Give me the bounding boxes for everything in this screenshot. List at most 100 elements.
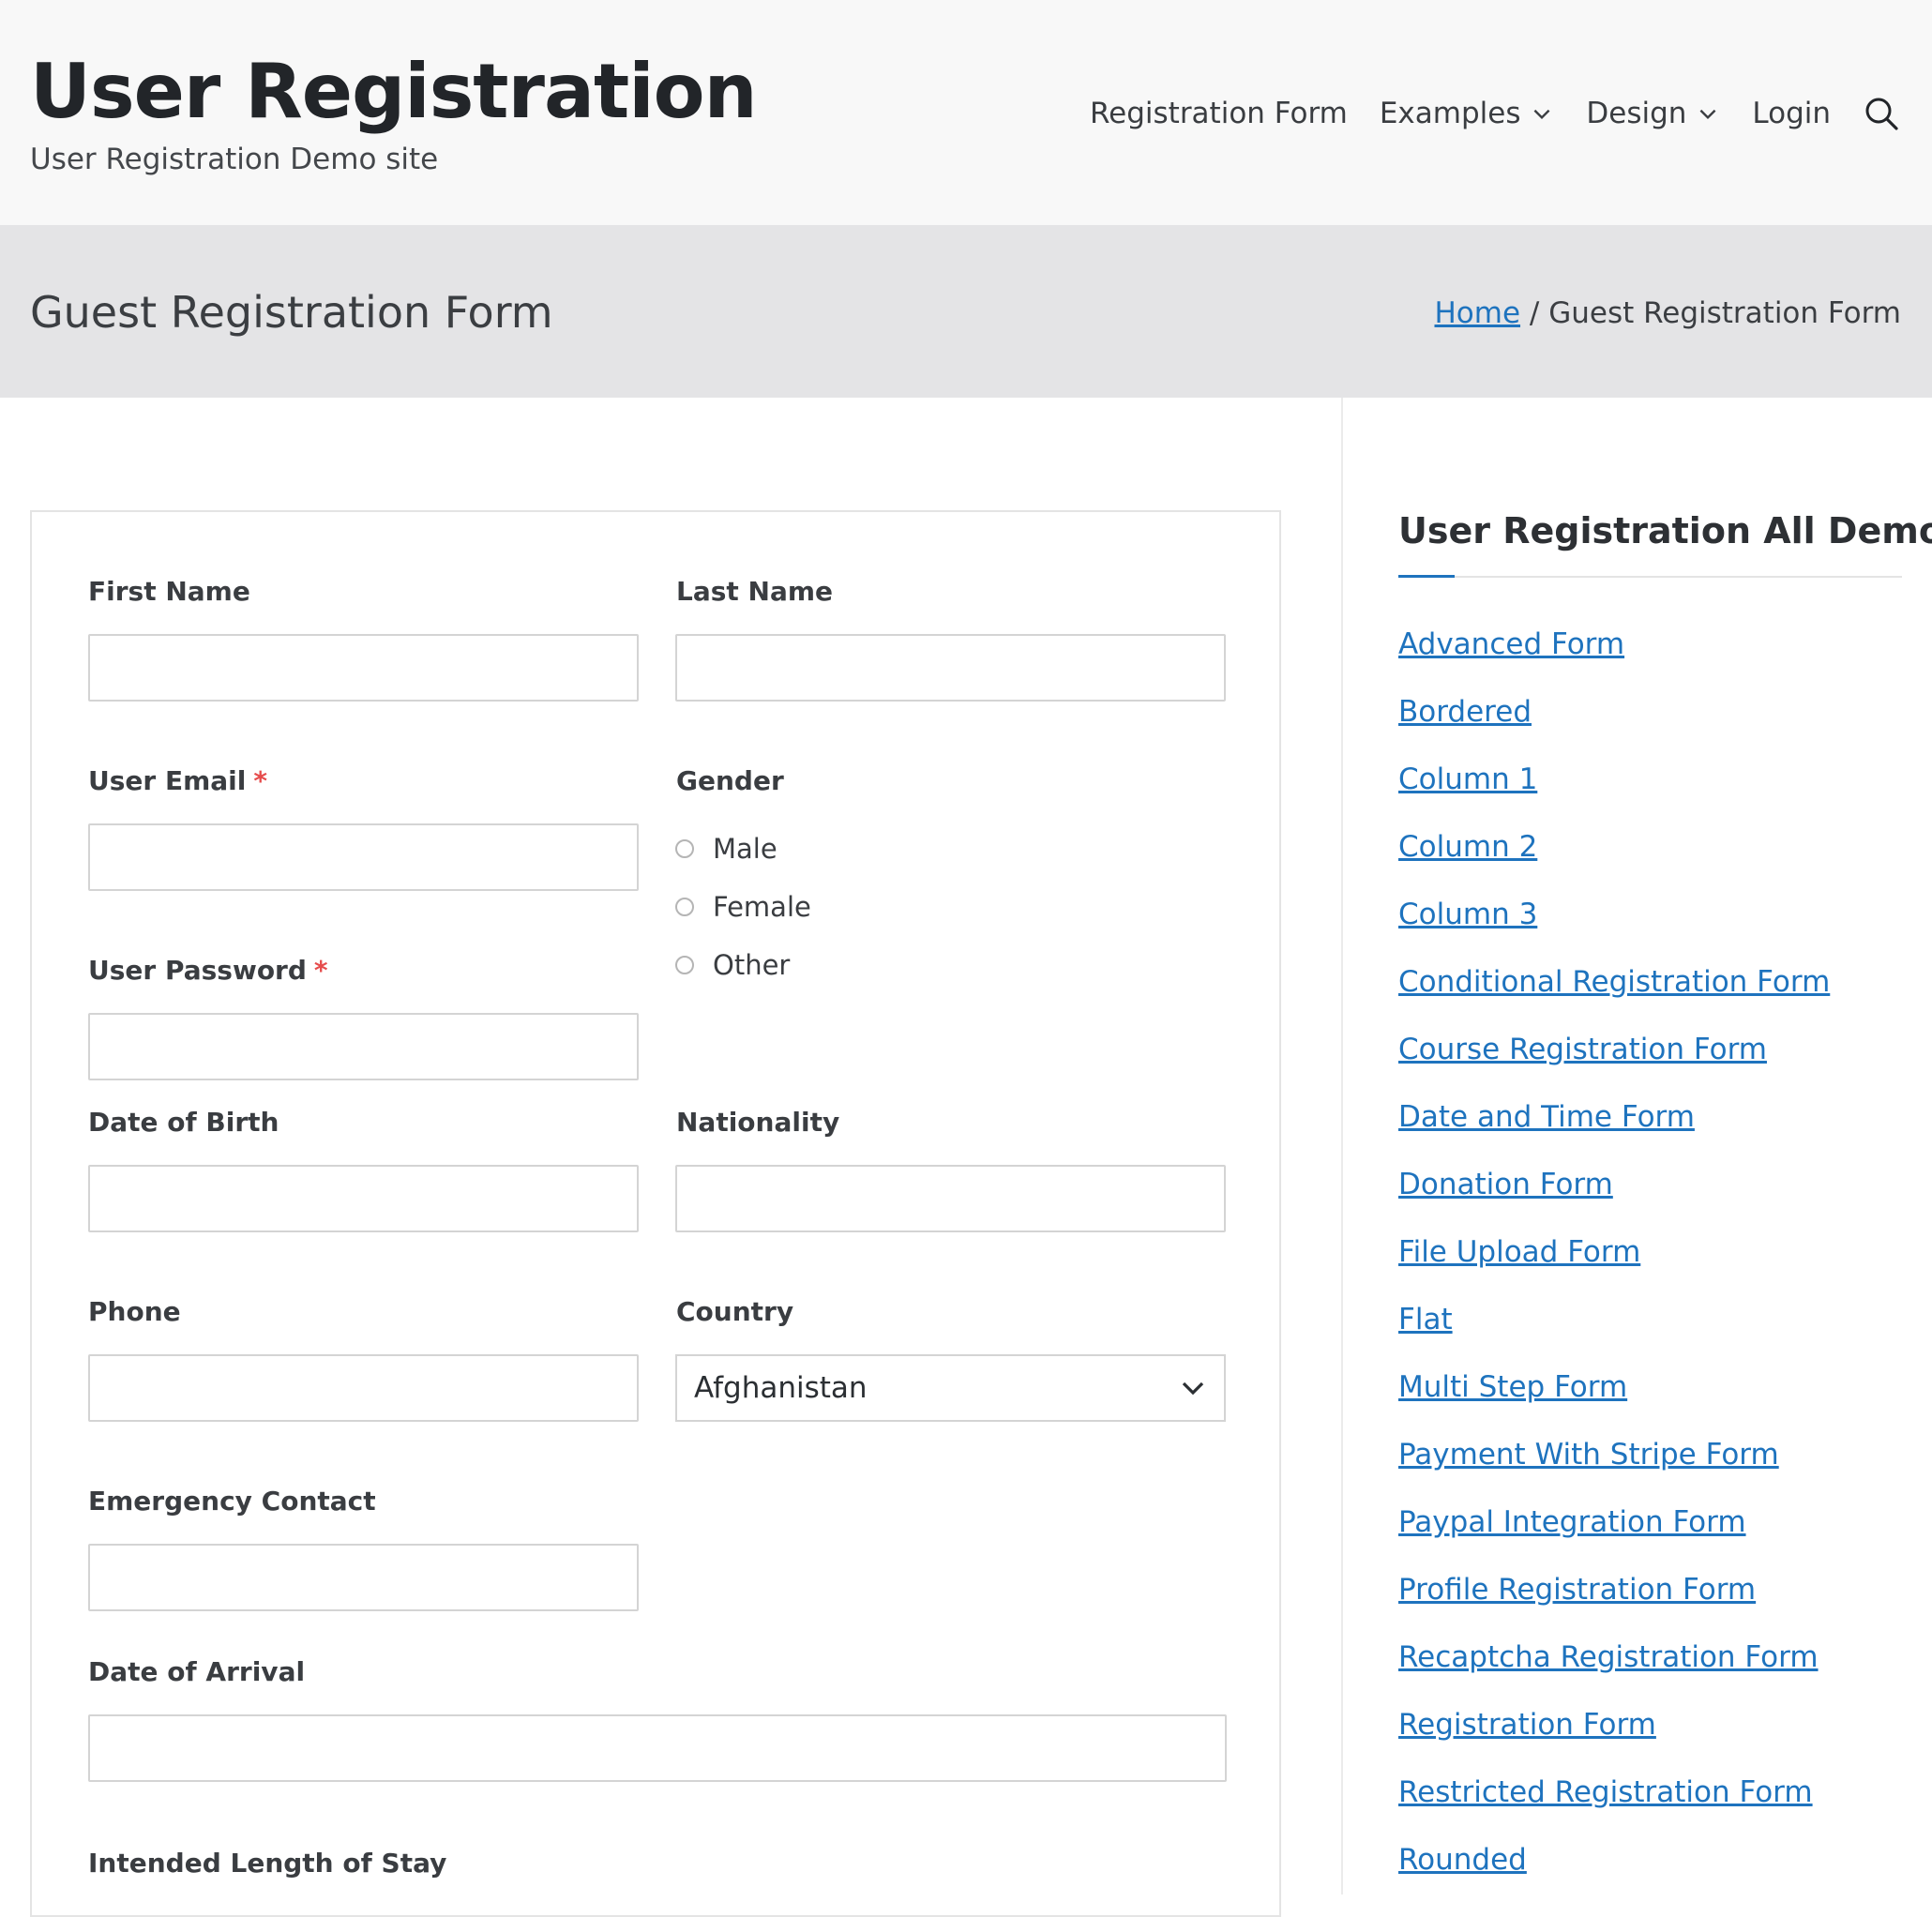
list-item: Registration Form bbox=[1398, 1703, 1830, 1771]
list-item: Column 3 bbox=[1398, 893, 1830, 960]
user-email-input[interactable] bbox=[88, 823, 639, 891]
gender-option-male[interactable]: Male bbox=[675, 833, 777, 865]
list-item: Column 2 bbox=[1398, 825, 1830, 893]
widget-title-divider bbox=[1398, 576, 1902, 578]
list-item: Conditional Registration Form bbox=[1398, 960, 1830, 1028]
date-of-arrival-input[interactable] bbox=[88, 1714, 1227, 1782]
site-header: User Registration User Registration Demo… bbox=[0, 0, 1932, 225]
demo-link-advanced-form[interactable]: Advanced Form bbox=[1398, 627, 1624, 661]
list-item: Course Registration Form bbox=[1398, 1028, 1830, 1095]
demo-link-payment-with-stripe-form[interactable]: Payment With Stripe Form bbox=[1398, 1438, 1779, 1472]
nav-item-registration-form[interactable]: Registration Form bbox=[1090, 97, 1348, 130]
nav-item-examples[interactable]: Examples bbox=[1380, 97, 1555, 130]
list-item: Advanced Form bbox=[1398, 623, 1830, 690]
list-item: Multi Step Form bbox=[1398, 1366, 1830, 1433]
list-item: Paypal Integration Form bbox=[1398, 1501, 1830, 1568]
list-item: Rounded bbox=[1398, 1838, 1830, 1906]
nav-label: Design bbox=[1586, 97, 1687, 130]
user-email-label-text: User Email bbox=[88, 765, 247, 796]
demo-links-list: Advanced Form Bordered Column 1 Column 2… bbox=[1398, 623, 1830, 1906]
nationality-label: Nationality bbox=[676, 1107, 840, 1138]
required-mark: * bbox=[253, 765, 267, 796]
demo-link-recaptcha-registration-form[interactable]: Recaptcha Registration Form bbox=[1398, 1640, 1819, 1674]
nav-label: Registration Form bbox=[1090, 97, 1348, 130]
list-item: File Upload Form bbox=[1398, 1230, 1830, 1298]
demo-link-donation-form[interactable]: Donation Form bbox=[1398, 1168, 1613, 1201]
user-password-label: User Password * bbox=[88, 955, 328, 986]
demo-link-date-and-time-form[interactable]: Date and Time Form bbox=[1398, 1100, 1695, 1134]
demo-link-registration-form[interactable]: Registration Form bbox=[1398, 1708, 1656, 1742]
gender-option-other[interactable]: Other bbox=[675, 949, 790, 981]
demo-link-column-2[interactable]: Column 2 bbox=[1398, 830, 1537, 864]
date-of-birth-label: Date of Birth bbox=[88, 1107, 279, 1138]
demo-link-paypal-integration-form[interactable]: Paypal Integration Form bbox=[1398, 1505, 1746, 1539]
list-item: Restricted Registration Form bbox=[1398, 1771, 1830, 1838]
radio-button[interactable] bbox=[675, 898, 694, 916]
last-name-label: Last Name bbox=[676, 576, 834, 607]
phone-input[interactable] bbox=[88, 1354, 639, 1422]
gender-option-label: Female bbox=[713, 891, 811, 923]
demo-link-column-1[interactable]: Column 1 bbox=[1398, 762, 1537, 796]
chevron-down-icon bbox=[1182, 1381, 1204, 1396]
demo-link-course-registration-form[interactable]: Course Registration Form bbox=[1398, 1033, 1767, 1066]
list-item: Recaptcha Registration Form bbox=[1398, 1636, 1830, 1703]
chevron-down-icon bbox=[1534, 109, 1550, 120]
list-item: Payment With Stripe Form bbox=[1398, 1433, 1830, 1501]
nav-item-login[interactable]: Login bbox=[1752, 97, 1831, 130]
site-title[interactable]: User Registration bbox=[30, 45, 758, 139]
nav-label: Login bbox=[1752, 97, 1832, 130]
demo-link-file-upload-form[interactable]: File Upload Form bbox=[1398, 1235, 1640, 1269]
sidebar-widget-title: User Registration All Demos bbox=[1398, 510, 1932, 551]
date-of-arrival-label: Date of Arrival bbox=[88, 1656, 306, 1687]
radio-button[interactable] bbox=[675, 956, 694, 974]
demo-link-bordered[interactable]: Bordered bbox=[1398, 695, 1532, 729]
breadcrumb-separator: / bbox=[1529, 296, 1540, 330]
search-icon[interactable] bbox=[1863, 95, 1900, 132]
list-item: Donation Form bbox=[1398, 1163, 1830, 1230]
gender-option-female[interactable]: Female bbox=[675, 891, 811, 923]
nationality-input[interactable] bbox=[675, 1165, 1226, 1232]
breadcrumb-home-link[interactable]: Home bbox=[1434, 296, 1520, 330]
user-password-label-text: User Password bbox=[88, 955, 307, 986]
list-item: Date and Time Form bbox=[1398, 1095, 1830, 1163]
breadcrumb-current: Guest Registration Form bbox=[1548, 296, 1901, 330]
gender-option-label: Male bbox=[713, 833, 777, 865]
user-email-label: User Email * bbox=[88, 765, 267, 796]
first-name-label: First Name bbox=[88, 576, 250, 607]
breadcrumb: Home / Guest Registration Form bbox=[1434, 296, 1901, 330]
nav-item-design[interactable]: Design bbox=[1586, 97, 1720, 130]
required-mark: * bbox=[313, 955, 328, 986]
demo-link-flat[interactable]: Flat bbox=[1398, 1303, 1453, 1336]
demo-link-profile-registration-form[interactable]: Profile Registration Form bbox=[1398, 1573, 1756, 1607]
list-item: Profile Registration Form bbox=[1398, 1568, 1830, 1636]
emergency-contact-input[interactable] bbox=[88, 1544, 639, 1611]
user-password-input[interactable] bbox=[88, 1013, 639, 1080]
phone-label: Phone bbox=[88, 1296, 181, 1327]
date-of-birth-input[interactable] bbox=[88, 1165, 639, 1232]
country-label: Country bbox=[676, 1296, 794, 1327]
chevron-down-icon bbox=[1700, 109, 1716, 120]
demo-link-rounded[interactable]: Rounded bbox=[1398, 1843, 1527, 1877]
demo-link-conditional-registration-form[interactable]: Conditional Registration Form bbox=[1398, 965, 1830, 999]
column-divider bbox=[1341, 398, 1343, 1894]
first-name-input[interactable] bbox=[88, 634, 639, 702]
demo-link-multi-step-form[interactable]: Multi Step Form bbox=[1398, 1370, 1627, 1404]
last-name-input[interactable] bbox=[675, 634, 1226, 702]
gender-label: Gender bbox=[676, 765, 784, 796]
widget-title-accent bbox=[1398, 575, 1455, 578]
gender-option-label: Other bbox=[713, 949, 791, 981]
country-selected-value: Afghanistan bbox=[694, 1371, 868, 1405]
demo-link-column-3[interactable]: Column 3 bbox=[1398, 898, 1537, 931]
list-item: Bordered bbox=[1398, 690, 1830, 758]
emergency-contact-label: Emergency Contact bbox=[88, 1486, 376, 1517]
site-tagline: User Registration Demo site bbox=[30, 143, 439, 176]
page-title: Guest Registration Form bbox=[30, 287, 553, 338]
nav-label: Examples bbox=[1379, 97, 1521, 130]
intended-length-of-stay-label: Intended Length of Stay bbox=[88, 1848, 447, 1879]
country-select[interactable]: Afghanistan bbox=[675, 1354, 1226, 1422]
list-item: Column 1 bbox=[1398, 758, 1830, 825]
radio-button[interactable] bbox=[675, 839, 694, 858]
demo-link-restricted-registration-form[interactable]: Restricted Registration Form bbox=[1398, 1775, 1813, 1809]
main-nav: Registration Form Examples Design Login bbox=[1090, 90, 1900, 137]
list-item: Flat bbox=[1398, 1298, 1830, 1366]
